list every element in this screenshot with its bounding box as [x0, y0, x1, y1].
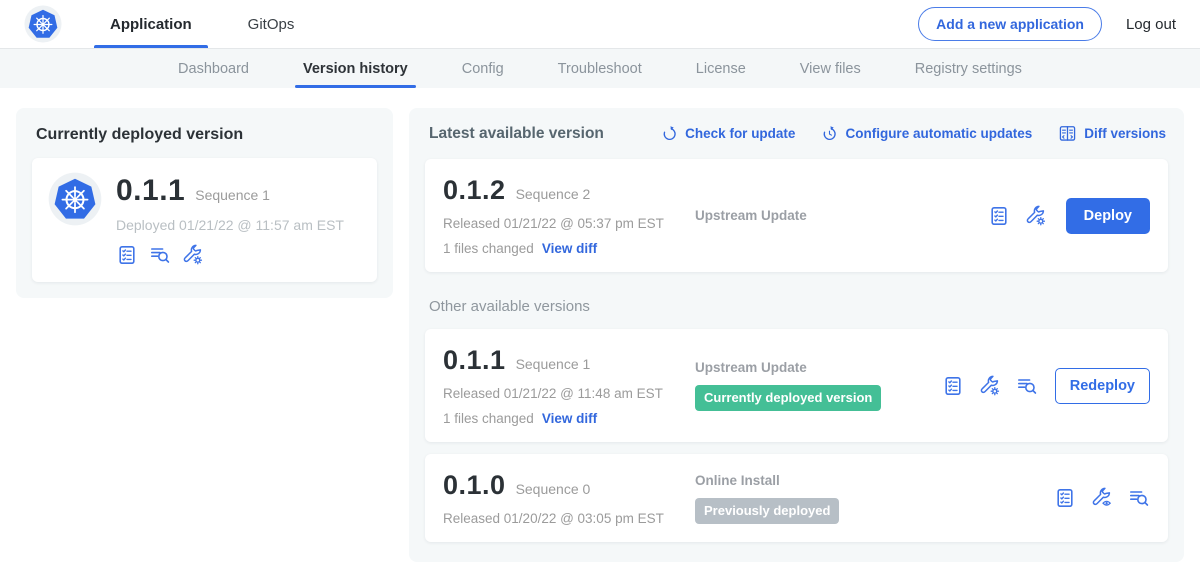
diff-icon	[1058, 124, 1077, 143]
view-diff-link[interactable]: View diff	[542, 411, 597, 426]
version-info: 0.1.2 Sequence 2 Released 01/21/22 @ 05:…	[443, 175, 695, 256]
files-changed-line: 1 files changed View diff	[443, 411, 695, 426]
latest-version-header: Latest available version	[429, 125, 604, 143]
version-actions: Redeploy	[942, 368, 1150, 404]
refresh-icon	[661, 125, 678, 142]
version-row-0-1-1: 0.1.1 Sequence 1 Released 01/21/22 @ 11:…	[425, 329, 1168, 442]
main-content: Currently deployed version 0.1.1 Sequenc…	[0, 88, 1200, 564]
version-info: 0.1.0 Sequence 0 Released 01/20/22 @ 03:…	[443, 470, 695, 526]
version-info: 0.1.1 Sequence 1 Released 01/21/22 @ 11:…	[443, 345, 695, 426]
view-diff-link[interactable]: View diff	[542, 241, 597, 256]
configure-automatic-updates-link[interactable]: Configure automatic updates	[821, 125, 1032, 142]
kubernetes-logo-icon	[24, 5, 62, 43]
released-date: Released 01/21/22 @ 05:37 pm EST	[443, 216, 695, 231]
tab-registry-settings[interactable]: Registry settings	[915, 49, 1022, 88]
check-for-update-link[interactable]: Check for update	[661, 125, 795, 142]
preflight-checks-icon[interactable]	[1054, 487, 1076, 509]
deployed-version-card: 0.1.1 Sequence 1 Deployed 01/21/22 @ 11:…	[32, 158, 377, 282]
files-changed-label: 1 files changed	[443, 241, 534, 256]
tab-troubleshoot[interactable]: Troubleshoot	[558, 49, 642, 88]
tab-version-history[interactable]: Version history	[303, 49, 408, 88]
source-label: Online Install	[695, 473, 1044, 488]
check-for-update-label: Check for update	[685, 126, 795, 141]
version-number: 0.1.1	[443, 345, 506, 376]
panel-actions: Check for update Configure automatic upd…	[661, 124, 1166, 143]
version-source: Upstream Update Currently deployed versi…	[695, 360, 942, 411]
deploy-logs-icon[interactable]	[1128, 487, 1150, 509]
deploy-button[interactable]: Deploy	[1066, 198, 1150, 234]
version-line: 0.1.1 Sequence 1	[443, 345, 695, 376]
currently-deployed-panel: Currently deployed version 0.1.1 Sequenc…	[16, 108, 393, 298]
redeploy-button[interactable]: Redeploy	[1055, 368, 1150, 404]
app-subnav: Dashboard Version history Config Trouble…	[0, 48, 1200, 88]
previously-deployed-badge: Previously deployed	[695, 498, 839, 524]
deploy-logs-icon[interactable]	[149, 244, 171, 266]
sequence-label: Sequence 2	[516, 186, 591, 202]
tab-gitops[interactable]: GitOps	[232, 0, 311, 48]
version-line: 0.1.0 Sequence 0	[443, 470, 695, 501]
diff-versions-label: Diff versions	[1084, 126, 1166, 141]
released-date: Released 01/21/22 @ 11:48 am EST	[443, 386, 695, 401]
deployed-card-icons	[116, 244, 344, 266]
version-history-panel: Latest available version Check for updat…	[409, 108, 1184, 562]
tab-license[interactable]: License	[696, 49, 746, 88]
deployed-version-number: 0.1.1	[116, 174, 185, 208]
edit-config-icon[interactable]	[1025, 205, 1047, 227]
preflight-checks-icon[interactable]	[942, 375, 964, 397]
files-changed-label: 1 files changed	[443, 411, 534, 426]
sequence-label: Sequence 0	[516, 481, 591, 497]
edit-config-icon[interactable]	[979, 375, 1001, 397]
deployed-card-body: 0.1.1 Sequence 1 Deployed 01/21/22 @ 11:…	[116, 172, 344, 266]
latest-version-header-row: Latest available version Check for updat…	[429, 124, 1166, 143]
currently-deployed-title: Currently deployed version	[36, 126, 377, 144]
edit-config-icon[interactable]	[182, 244, 204, 266]
schedule-icon	[821, 125, 838, 142]
deployed-date: Deployed 01/21/22 @ 11:57 am EST	[116, 217, 344, 233]
top-nav: Application GitOps Add a new application…	[0, 0, 1200, 48]
version-actions: Deploy	[988, 198, 1150, 234]
tab-application[interactable]: Application	[94, 0, 208, 48]
source-label: Upstream Update	[695, 208, 978, 223]
sequence-label: Sequence 1	[516, 356, 591, 372]
version-number: 0.1.2	[443, 175, 506, 206]
version-line: 0.1.2 Sequence 2	[443, 175, 695, 206]
version-actions	[1054, 487, 1150, 509]
version-source: Upstream Update	[695, 208, 988, 223]
version-number: 0.1.0	[443, 470, 506, 501]
deployed-version-line: 0.1.1 Sequence 1	[116, 174, 344, 208]
version-row-0-1-0: 0.1.0 Sequence 0 Released 01/20/22 @ 03:…	[425, 454, 1168, 542]
kubernetes-logo-icon	[24, 5, 62, 43]
app-logo-icon	[48, 172, 102, 226]
source-label: Upstream Update	[695, 360, 932, 375]
other-versions-header: Other available versions	[429, 298, 1166, 315]
preflight-checks-icon[interactable]	[116, 244, 138, 266]
released-date: Released 01/20/22 @ 03:05 pm EST	[443, 511, 695, 526]
preflight-checks-icon[interactable]	[988, 205, 1010, 227]
configure-automatic-updates-label: Configure automatic updates	[845, 126, 1032, 141]
view-config-icon[interactable]	[1091, 487, 1113, 509]
version-source: Online Install Previously deployed	[695, 473, 1054, 524]
diff-versions-link[interactable]: Diff versions	[1058, 124, 1166, 143]
deployed-sequence-label: Sequence 1	[195, 187, 270, 203]
tab-view-files[interactable]: View files	[800, 49, 861, 88]
tab-dashboard[interactable]: Dashboard	[178, 49, 249, 88]
version-row-0-1-2: 0.1.2 Sequence 2 Released 01/21/22 @ 05:…	[425, 159, 1168, 272]
row-gap	[425, 442, 1168, 454]
deploy-logs-icon[interactable]	[1016, 375, 1038, 397]
files-changed-line: 1 files changed View diff	[443, 241, 695, 256]
topnav-tabs: Application GitOps	[94, 0, 334, 48]
logout-button[interactable]: Log out	[1126, 16, 1176, 33]
currently-deployed-badge: Currently deployed version	[695, 385, 881, 411]
tab-config[interactable]: Config	[462, 49, 504, 88]
add-application-button[interactable]: Add a new application	[918, 7, 1102, 41]
